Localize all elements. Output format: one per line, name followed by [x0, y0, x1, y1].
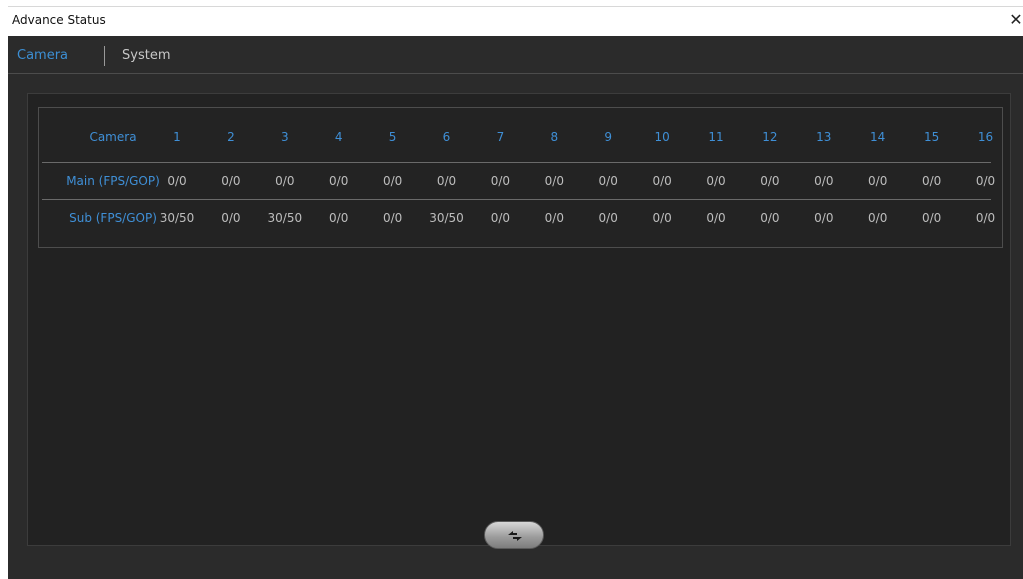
- column-header-13: 13: [816, 130, 832, 144]
- main-panel: Camera System Camera Main (FPS/GOP) Sub …: [8, 36, 1023, 579]
- table-cell: 30/50: [267, 211, 303, 225]
- title-bar: Advance Status ✕: [8, 6, 1023, 36]
- table-cell: 0/0: [760, 211, 780, 225]
- column-header-16: 16: [977, 130, 994, 144]
- tab-bar: Camera System: [8, 36, 1023, 74]
- table-cell: 0/0: [598, 211, 618, 225]
- table-cell: 0/0: [921, 174, 942, 188]
- column-header-5: 5: [388, 130, 397, 144]
- table-cell: 0/0: [975, 174, 996, 188]
- column-header-11: 11: [708, 130, 724, 144]
- table-cell: 0/0: [382, 174, 403, 188]
- close-icon[interactable]: ✕: [1009, 10, 1023, 30]
- table-cell: 0/0: [221, 211, 241, 225]
- column-header-12: 12: [762, 130, 778, 144]
- table-cell: 0/0: [221, 174, 241, 188]
- table-cell: 30/50: [159, 211, 195, 225]
- table-cell: 0/0: [167, 174, 187, 188]
- table-cell: 0/0: [706, 211, 726, 225]
- table-cell: 0/0: [544, 211, 564, 225]
- tab-separator: [104, 46, 105, 66]
- table-cell: 0/0: [275, 174, 295, 188]
- table-cell: 0/0: [490, 174, 511, 188]
- column-header-8: 8: [550, 130, 559, 144]
- content-area: Camera Main (FPS/GOP) Sub (FPS/GOP) 1 0/0…: [27, 93, 1011, 546]
- table-cell: 0/0: [921, 211, 942, 225]
- window-title: Advance Status: [12, 13, 106, 27]
- table-cell: 0/0: [652, 211, 672, 225]
- table-cell: 0/0: [490, 211, 511, 225]
- table-cell: 0/0: [329, 211, 349, 225]
- table-cell: 0/0: [706, 174, 726, 188]
- column-header-14: 14: [870, 130, 886, 144]
- refresh-button[interactable]: [484, 521, 544, 549]
- column-header-6: 6: [442, 130, 451, 144]
- table-cell: 0/0: [436, 174, 457, 188]
- table-cell: 30/50: [429, 211, 464, 225]
- table-cell: 0/0: [652, 174, 672, 188]
- row-divider: [42, 199, 991, 200]
- column-header-10: 10: [654, 130, 670, 144]
- header-divider: [42, 162, 991, 163]
- table-cell: 0/0: [868, 174, 888, 188]
- table-cell: 0/0: [544, 174, 564, 188]
- table-cell: 0/0: [760, 174, 780, 188]
- table-cell: 0/0: [598, 174, 618, 188]
- column-header-7: 7: [496, 130, 505, 144]
- column-header-4: 4: [334, 130, 343, 144]
- table-cell: 0/0: [382, 211, 403, 225]
- column-header-3: 3: [280, 130, 289, 144]
- refresh-arrows-icon: [508, 531, 522, 541]
- table-cell: 0/0: [329, 174, 349, 188]
- status-table: Camera Main (FPS/GOP) Sub (FPS/GOP) 1 0/0…: [38, 107, 1003, 248]
- table-cell: 0/0: [814, 174, 834, 188]
- column-header-9: 9: [604, 130, 612, 144]
- column-header-1: 1: [173, 130, 181, 144]
- column-header-2: 2: [227, 130, 235, 144]
- table-cell: 0/0: [868, 211, 888, 225]
- tab-camera[interactable]: Camera: [17, 48, 68, 63]
- advance-status-window: Advance Status ✕ Camera System Camera Ma…: [0, 0, 1023, 579]
- tab-system[interactable]: System: [122, 48, 170, 63]
- table-cell: 0/0: [975, 211, 996, 225]
- table-cell: 0/0: [814, 211, 834, 225]
- column-header-15: 15: [923, 130, 940, 144]
